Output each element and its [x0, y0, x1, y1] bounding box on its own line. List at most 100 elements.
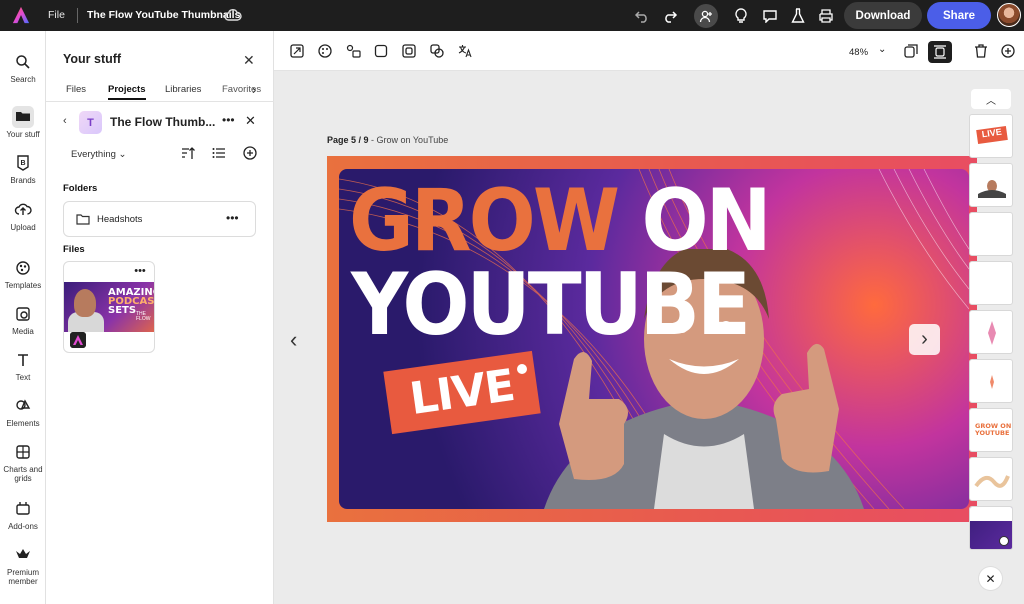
- rail-item-charts[interactable]: Charts and grids: [0, 441, 46, 483]
- thumbnail-design: GROW ON YOUTUBE LIVE: [339, 169, 969, 509]
- rail-item-search[interactable]: Search: [0, 51, 46, 84]
- rail-label: Brands: [10, 176, 36, 185]
- rail-item-templates[interactable]: Templates: [0, 257, 46, 290]
- rail-label: Upload: [10, 223, 36, 232]
- premium-icon: [12, 544, 34, 566]
- page-number: Page 5 / 9: [327, 135, 369, 145]
- file-thumbnail: AMAZING PODCAST SETS THE FLOW: [64, 282, 154, 332]
- page-thumb-7[interactable]: GROW ON YOUTUBE: [969, 408, 1013, 452]
- design-artboard[interactable]: GROW ON YOUTUBE LIVE: [327, 156, 977, 522]
- layers-icon[interactable]: [430, 44, 444, 63]
- text-icon: [12, 349, 34, 371]
- rail-item-your-stuff[interactable]: Your stuff: [0, 106, 46, 139]
- page-thumb-2[interactable]: [969, 163, 1013, 207]
- upload-icon: [12, 199, 34, 221]
- filter-row: Everything ⌄: [46, 144, 274, 164]
- palette-icon[interactable]: [318, 44, 332, 63]
- undo-icon[interactable]: [632, 6, 652, 26]
- zoom-level[interactable]: 48%: [849, 47, 868, 58]
- rail-item-brands[interactable]: B Brands: [0, 152, 46, 185]
- lightbulb-icon[interactable]: [731, 6, 751, 26]
- filter-label: Everything: [71, 149, 116, 160]
- page-order-button[interactable]: [928, 41, 952, 63]
- flask-icon[interactable]: [788, 6, 808, 26]
- page-label: Page 5 / 9 - Grow on YouTube: [327, 135, 449, 145]
- filter-select[interactable]: Everything ⌄: [71, 149, 127, 160]
- rail-item-upload[interactable]: Upload: [0, 199, 46, 232]
- document-title[interactable]: The Flow YouTube Thumbnails: [87, 9, 240, 21]
- copy-page-icon[interactable]: [904, 44, 918, 63]
- rail-item-text[interactable]: Text: [0, 349, 46, 382]
- thumb-top-strip: [970, 507, 1012, 521]
- previous-page-icon[interactable]: ‹: [290, 327, 297, 353]
- next-page-button[interactable]: ›: [909, 324, 940, 355]
- divider: [77, 8, 78, 23]
- page-thumb-6[interactable]: [969, 359, 1013, 403]
- add-icon[interactable]: [243, 146, 257, 165]
- chevron-down-icon: ⌄: [118, 149, 127, 160]
- page-thumb-8[interactable]: [969, 457, 1013, 501]
- add-page-icon[interactable]: [1001, 44, 1015, 63]
- sort-icon[interactable]: [181, 146, 195, 165]
- rail-label: Search: [10, 75, 36, 84]
- cloud-sync-icon[interactable]: [224, 8, 242, 22]
- brand-icon: B: [12, 152, 34, 174]
- thumbnail-title: AMAZING PODCAST SETS: [108, 288, 154, 316]
- chevron-down-icon[interactable]: ⌄: [878, 44, 886, 55]
- file-menu[interactable]: File: [48, 9, 65, 21]
- tab-files[interactable]: Files: [66, 84, 86, 95]
- close-icon[interactable]: ✕: [979, 567, 1002, 590]
- rail-label: Premium member: [6, 568, 39, 586]
- rail-item-elements[interactable]: Elements: [0, 395, 46, 428]
- comment-icon[interactable]: [760, 6, 780, 26]
- back-icon[interactable]: ‹: [63, 115, 67, 127]
- download-button[interactable]: Download: [844, 2, 922, 29]
- tab-projects[interactable]: Projects: [108, 84, 146, 100]
- thumb-headline-line: YOUTUBE: [975, 429, 1010, 437]
- left-rail: Search Your stuff B Brands Upload Templa…: [0, 31, 46, 604]
- thumb-mark: [990, 375, 994, 389]
- translate-icon[interactable]: [458, 44, 472, 63]
- rail-label: Charts and grids: [3, 465, 43, 483]
- canvas-toolbar: 48% ⌄: [274, 31, 1024, 71]
- rail-item-media[interactable]: Media: [0, 303, 46, 336]
- redo-icon[interactable]: [660, 6, 680, 26]
- page-thumb-5[interactable]: [969, 310, 1013, 354]
- shape-icon[interactable]: [374, 44, 388, 63]
- more-icon[interactable]: •••: [130, 265, 150, 279]
- rail-item-addons[interactable]: Add-ons: [0, 498, 46, 531]
- avatar[interactable]: [997, 3, 1021, 27]
- invite-icon[interactable]: [694, 4, 718, 28]
- file-card[interactable]: ••• AMAZING PODCAST SETS THE FLOW: [63, 261, 155, 353]
- more-icon[interactable]: •••: [226, 211, 239, 225]
- trash-icon[interactable]: [974, 44, 988, 63]
- project-name[interactable]: The Flow Thumb...: [110, 115, 215, 129]
- animate-icon[interactable]: [346, 44, 362, 63]
- close-icon[interactable]: ✕: [245, 113, 256, 129]
- headline-line-2: YOUTUBE: [351, 255, 751, 355]
- more-icon[interactable]: •••: [222, 113, 235, 127]
- resize-icon[interactable]: [290, 44, 304, 63]
- folder-item[interactable]: Headshots •••: [63, 201, 256, 237]
- close-icon[interactable]: ✕: [243, 52, 255, 69]
- project-header: ‹ T The Flow Thumb... ••• ✕: [46, 111, 274, 135]
- rail-label: Templates: [4, 281, 42, 290]
- search-icon: [12, 51, 34, 73]
- rail-item-premium[interactable]: Premium member: [0, 544, 46, 586]
- page-thumb-9[interactable]: [969, 506, 1013, 550]
- tab-libraries[interactable]: Libraries: [165, 84, 201, 95]
- adobe-express-logo-icon[interactable]: [12, 6, 30, 24]
- print-icon[interactable]: [816, 6, 836, 26]
- chevron-up-icon[interactable]: ︿: [971, 89, 1011, 109]
- adobe-express-badge-icon: [70, 332, 86, 348]
- thumbnail-brand: THE FLOW: [136, 312, 150, 322]
- page-thumb-4[interactable]: [969, 261, 1013, 305]
- chevron-right-icon[interactable]: ›: [252, 82, 256, 97]
- share-button[interactable]: Share: [927, 2, 991, 29]
- list-view-icon[interactable]: [212, 146, 226, 165]
- frame-icon[interactable]: [402, 44, 416, 63]
- svg-text:B: B: [21, 160, 26, 167]
- page-name[interactable]: Grow on YouTube: [377, 135, 449, 145]
- page-thumb-3[interactable]: [969, 212, 1013, 256]
- page-thumb-1[interactable]: LIVE: [969, 114, 1013, 158]
